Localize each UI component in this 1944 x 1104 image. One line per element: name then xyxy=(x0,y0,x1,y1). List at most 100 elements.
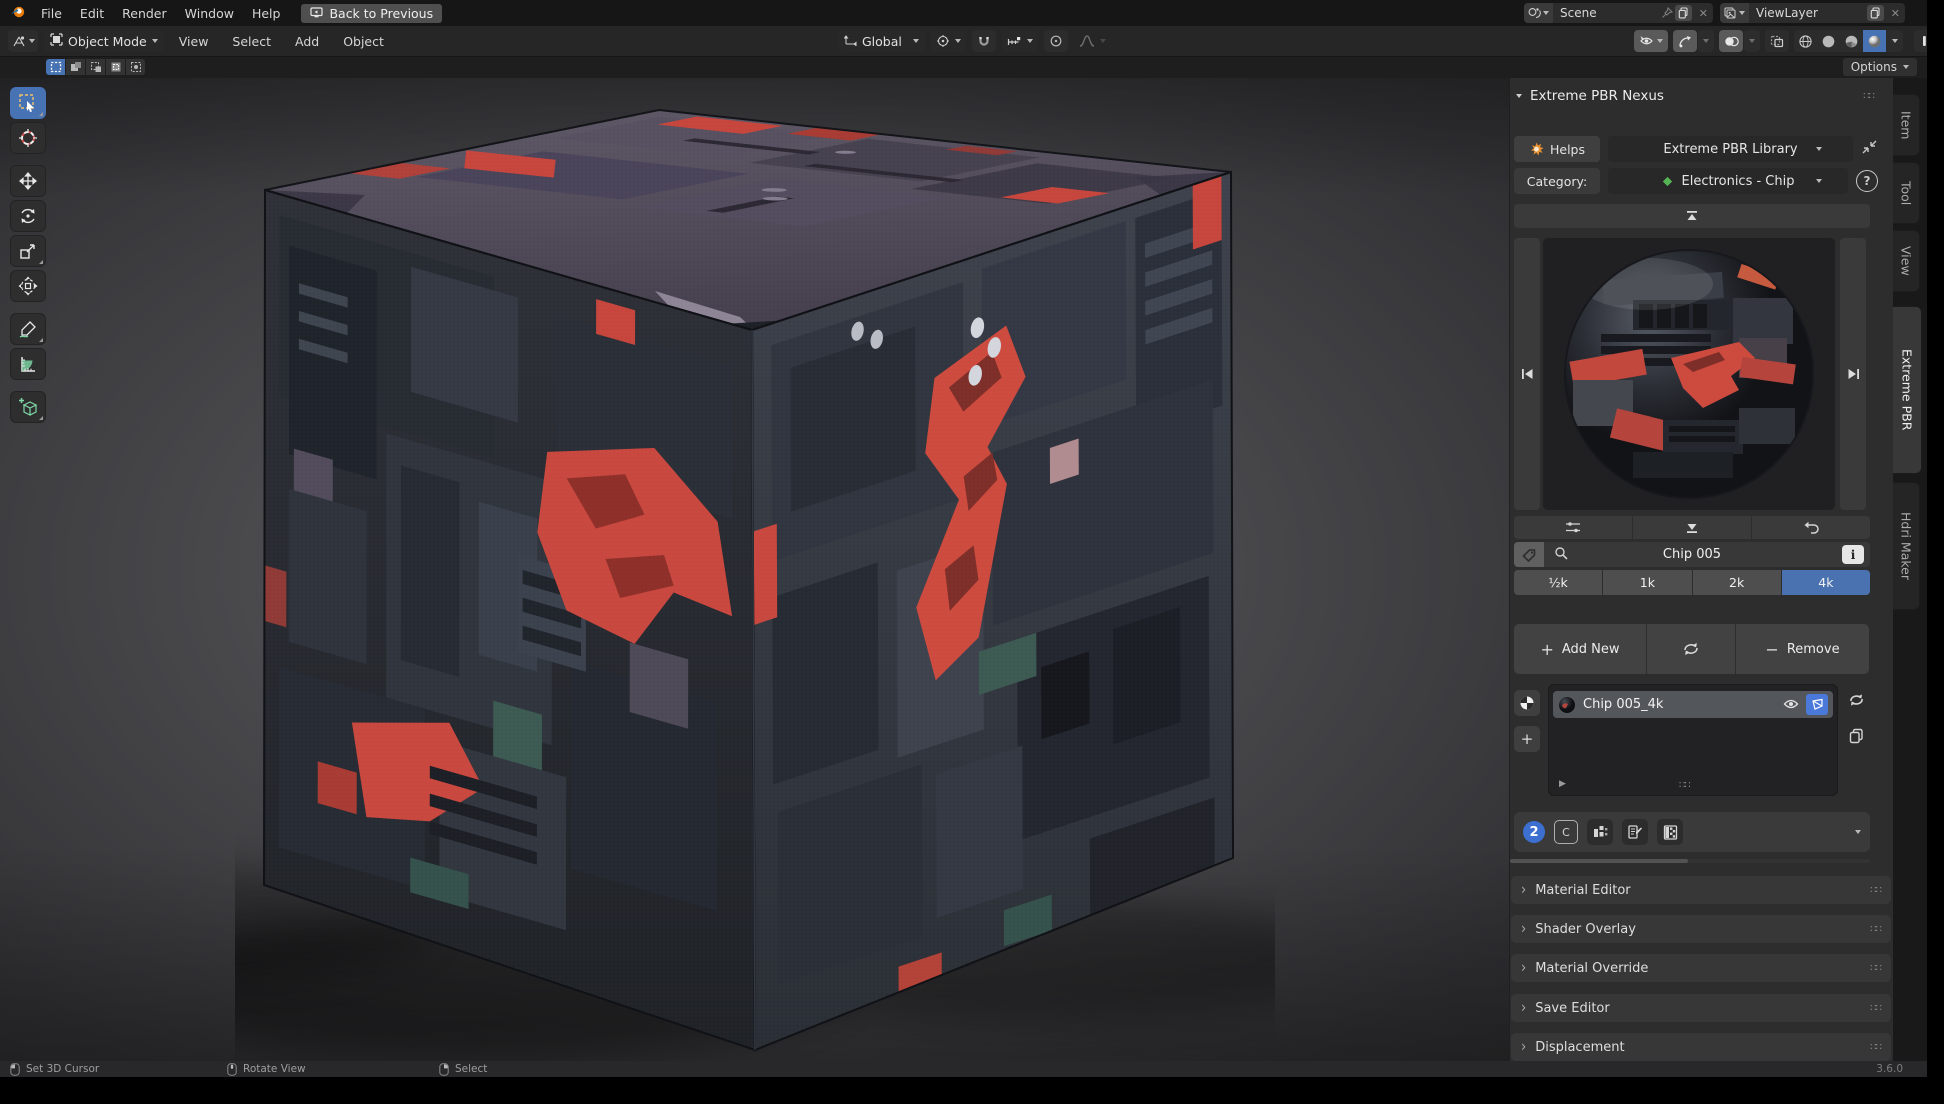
next-material-button[interactable] xyxy=(1840,238,1866,510)
panel-hscrollbar-thumb[interactable] xyxy=(1510,859,1688,863)
menu-render[interactable]: Render xyxy=(113,0,176,26)
tab-hdri-maker[interactable]: Hdri Maker xyxy=(1893,482,1920,610)
select-mode-invert-button[interactable] xyxy=(106,59,125,75)
material-slot-row[interactable]: Chip 005_4k xyxy=(1553,691,1833,718)
slot-copy-icon[interactable] xyxy=(1844,724,1868,748)
shading-solid-button[interactable] xyxy=(1817,30,1840,52)
blender-logo-icon[interactable] xyxy=(0,4,32,23)
menu-file[interactable]: File xyxy=(32,0,71,26)
resolution-1k[interactable]: 1k xyxy=(1603,570,1691,595)
resolution-4k[interactable]: 4k xyxy=(1782,570,1870,595)
viewlayer-selector[interactable]: ViewLayer ✕ xyxy=(1720,3,1905,23)
slot-refresh-icon[interactable] xyxy=(1844,688,1868,712)
overlays-dropdown[interactable] xyxy=(1744,30,1760,52)
pivot-point-select[interactable] xyxy=(931,30,966,52)
tool-cursor[interactable] xyxy=(10,122,46,154)
node-editor-button[interactable] xyxy=(1806,694,1828,715)
section-displacement[interactable]: › Displacement ∷∷ xyxy=(1511,1033,1891,1061)
tab-item[interactable]: Item xyxy=(1893,94,1920,156)
undo-button[interactable] xyxy=(1752,516,1870,539)
panel-collapse-icon[interactable] xyxy=(1516,94,1522,98)
remove-button[interactable]: − Remove xyxy=(1736,624,1869,674)
resolution-half-k[interactable]: ½k xyxy=(1514,570,1602,595)
shading-wireframe-button[interactable] xyxy=(1794,30,1817,52)
material-preview[interactable] xyxy=(1543,238,1835,510)
section-drag-dots[interactable]: ∷∷ xyxy=(1870,924,1881,935)
select-mode-set-button[interactable] xyxy=(46,59,65,75)
help-question-button[interactable]: ? xyxy=(1856,170,1878,192)
info-button[interactable]: i xyxy=(1842,545,1864,564)
tool-move[interactable] xyxy=(10,165,46,197)
section-drag-dots[interactable]: ∷∷ xyxy=(1870,1003,1881,1014)
tool-annotate[interactable] xyxy=(10,313,46,345)
tool-rotate[interactable] xyxy=(10,200,46,232)
gizmos-toggle[interactable] xyxy=(1673,30,1697,52)
scene-datablock-icon[interactable] xyxy=(1524,3,1553,23)
tool-select-box[interactable] xyxy=(10,87,46,119)
section-drag-dots[interactable]: ∷∷ xyxy=(1870,1042,1881,1053)
select-mode-subtract-button[interactable] xyxy=(86,59,105,75)
helps-button[interactable]: Helps xyxy=(1514,136,1600,162)
section-material-editor[interactable]: › Material Editor ∷∷ xyxy=(1511,876,1891,904)
viewlayer-name[interactable]: ViewLayer xyxy=(1749,6,1825,20)
options-dropdown[interactable]: Options xyxy=(1843,58,1917,76)
tab-view[interactable]: View xyxy=(1893,230,1920,292)
panel-header[interactable]: Extreme PBR Nexus ∷∷ xyxy=(1516,88,1888,104)
shading-rendered-button[interactable] xyxy=(1863,30,1886,52)
shading-dropdown[interactable] xyxy=(1886,30,1903,52)
viewlayer-remove-icon[interactable]: ✕ xyxy=(1886,7,1905,20)
material-name-value[interactable]: Chip 005 xyxy=(1514,547,1870,562)
library-select[interactable]: Extreme PBR Library xyxy=(1608,136,1853,162)
proportional-falloff-select[interactable] xyxy=(1074,30,1111,52)
section-save-editor[interactable]: › Save Editor ∷∷ xyxy=(1511,994,1891,1022)
gizmos-dropdown[interactable] xyxy=(1698,30,1714,52)
section-drag-dots[interactable]: ∷∷ xyxy=(1870,963,1881,974)
scene-copy-icon[interactable] xyxy=(1675,5,1692,21)
menu-add[interactable]: Add xyxy=(286,28,328,54)
menu-view[interactable]: View xyxy=(170,28,218,54)
scene-name[interactable]: Scene xyxy=(1553,6,1604,20)
slot-tools-collapse-icon[interactable] xyxy=(1855,830,1861,834)
panel-hscrollbar[interactable] xyxy=(1510,859,1870,863)
select-mode-extend-button[interactable] xyxy=(66,59,85,75)
panel-drag-dots[interactable]: ∷∷ xyxy=(1863,91,1874,102)
checker-film-icon[interactable] xyxy=(1657,819,1683,845)
collapse-bottom-button[interactable] xyxy=(1633,516,1751,539)
eye-icon[interactable] xyxy=(1783,695,1799,714)
notes-icon[interactable] xyxy=(1622,819,1648,845)
category-select[interactable]: Electronics - Chip xyxy=(1608,168,1848,194)
slot-resize-dots[interactable]: ∷∷ xyxy=(1679,780,1690,791)
material-datablock-icon[interactable] xyxy=(1514,690,1540,716)
back-to-previous-button[interactable]: Back to Previous xyxy=(301,4,442,23)
menu-select[interactable]: Select xyxy=(223,28,280,54)
shading-material-button[interactable] xyxy=(1840,30,1863,52)
tool-scale[interactable] xyxy=(10,235,46,267)
add-new-button[interactable]: + Add New xyxy=(1514,624,1646,674)
tab-tool[interactable]: Tool xyxy=(1893,162,1920,224)
scene-unlink-icon[interactable]: ✕ xyxy=(1694,7,1713,20)
tool-measure[interactable] xyxy=(10,348,46,380)
scene-selector[interactable]: Scene ✕ xyxy=(1524,3,1713,23)
previous-material-button[interactable] xyxy=(1514,238,1540,510)
section-material-override[interactable]: › Material Override ∷∷ xyxy=(1511,954,1891,982)
resolution-2k[interactable]: 2k xyxy=(1693,570,1781,595)
tab-extreme-pbr[interactable]: Extreme PBR xyxy=(1893,306,1922,474)
mode-selector[interactable]: Object Mode xyxy=(44,30,164,52)
snap-toggle[interactable] xyxy=(972,30,996,52)
snap-target-select[interactable] xyxy=(1002,30,1038,52)
section-drag-dots[interactable]: ∷∷ xyxy=(1870,885,1881,896)
transform-orientation-select[interactable]: Global xyxy=(838,30,925,52)
pin-icon[interactable] xyxy=(1661,4,1673,23)
c-button[interactable]: C xyxy=(1554,820,1578,844)
tool-add-primitive[interactable] xyxy=(10,391,46,423)
proportional-editing-toggle[interactable] xyxy=(1044,30,1068,52)
slot-expand-icon[interactable]: ▶ xyxy=(1559,779,1566,789)
section-shader-overlay[interactable]: › Shader Overlay ∷∷ xyxy=(1511,915,1891,943)
material-slot-list[interactable]: Chip 005_4k ▶ ∷∷ xyxy=(1548,684,1838,796)
add-slot-button[interactable]: + xyxy=(1514,726,1540,752)
tiles-icon[interactable] xyxy=(1587,819,1613,845)
menu-window[interactable]: Window xyxy=(176,0,243,26)
overlays-toggle[interactable] xyxy=(1719,30,1743,52)
viewlayer-icon[interactable] xyxy=(1720,3,1749,23)
scifi-cube-object[interactable] xyxy=(235,95,1275,1061)
